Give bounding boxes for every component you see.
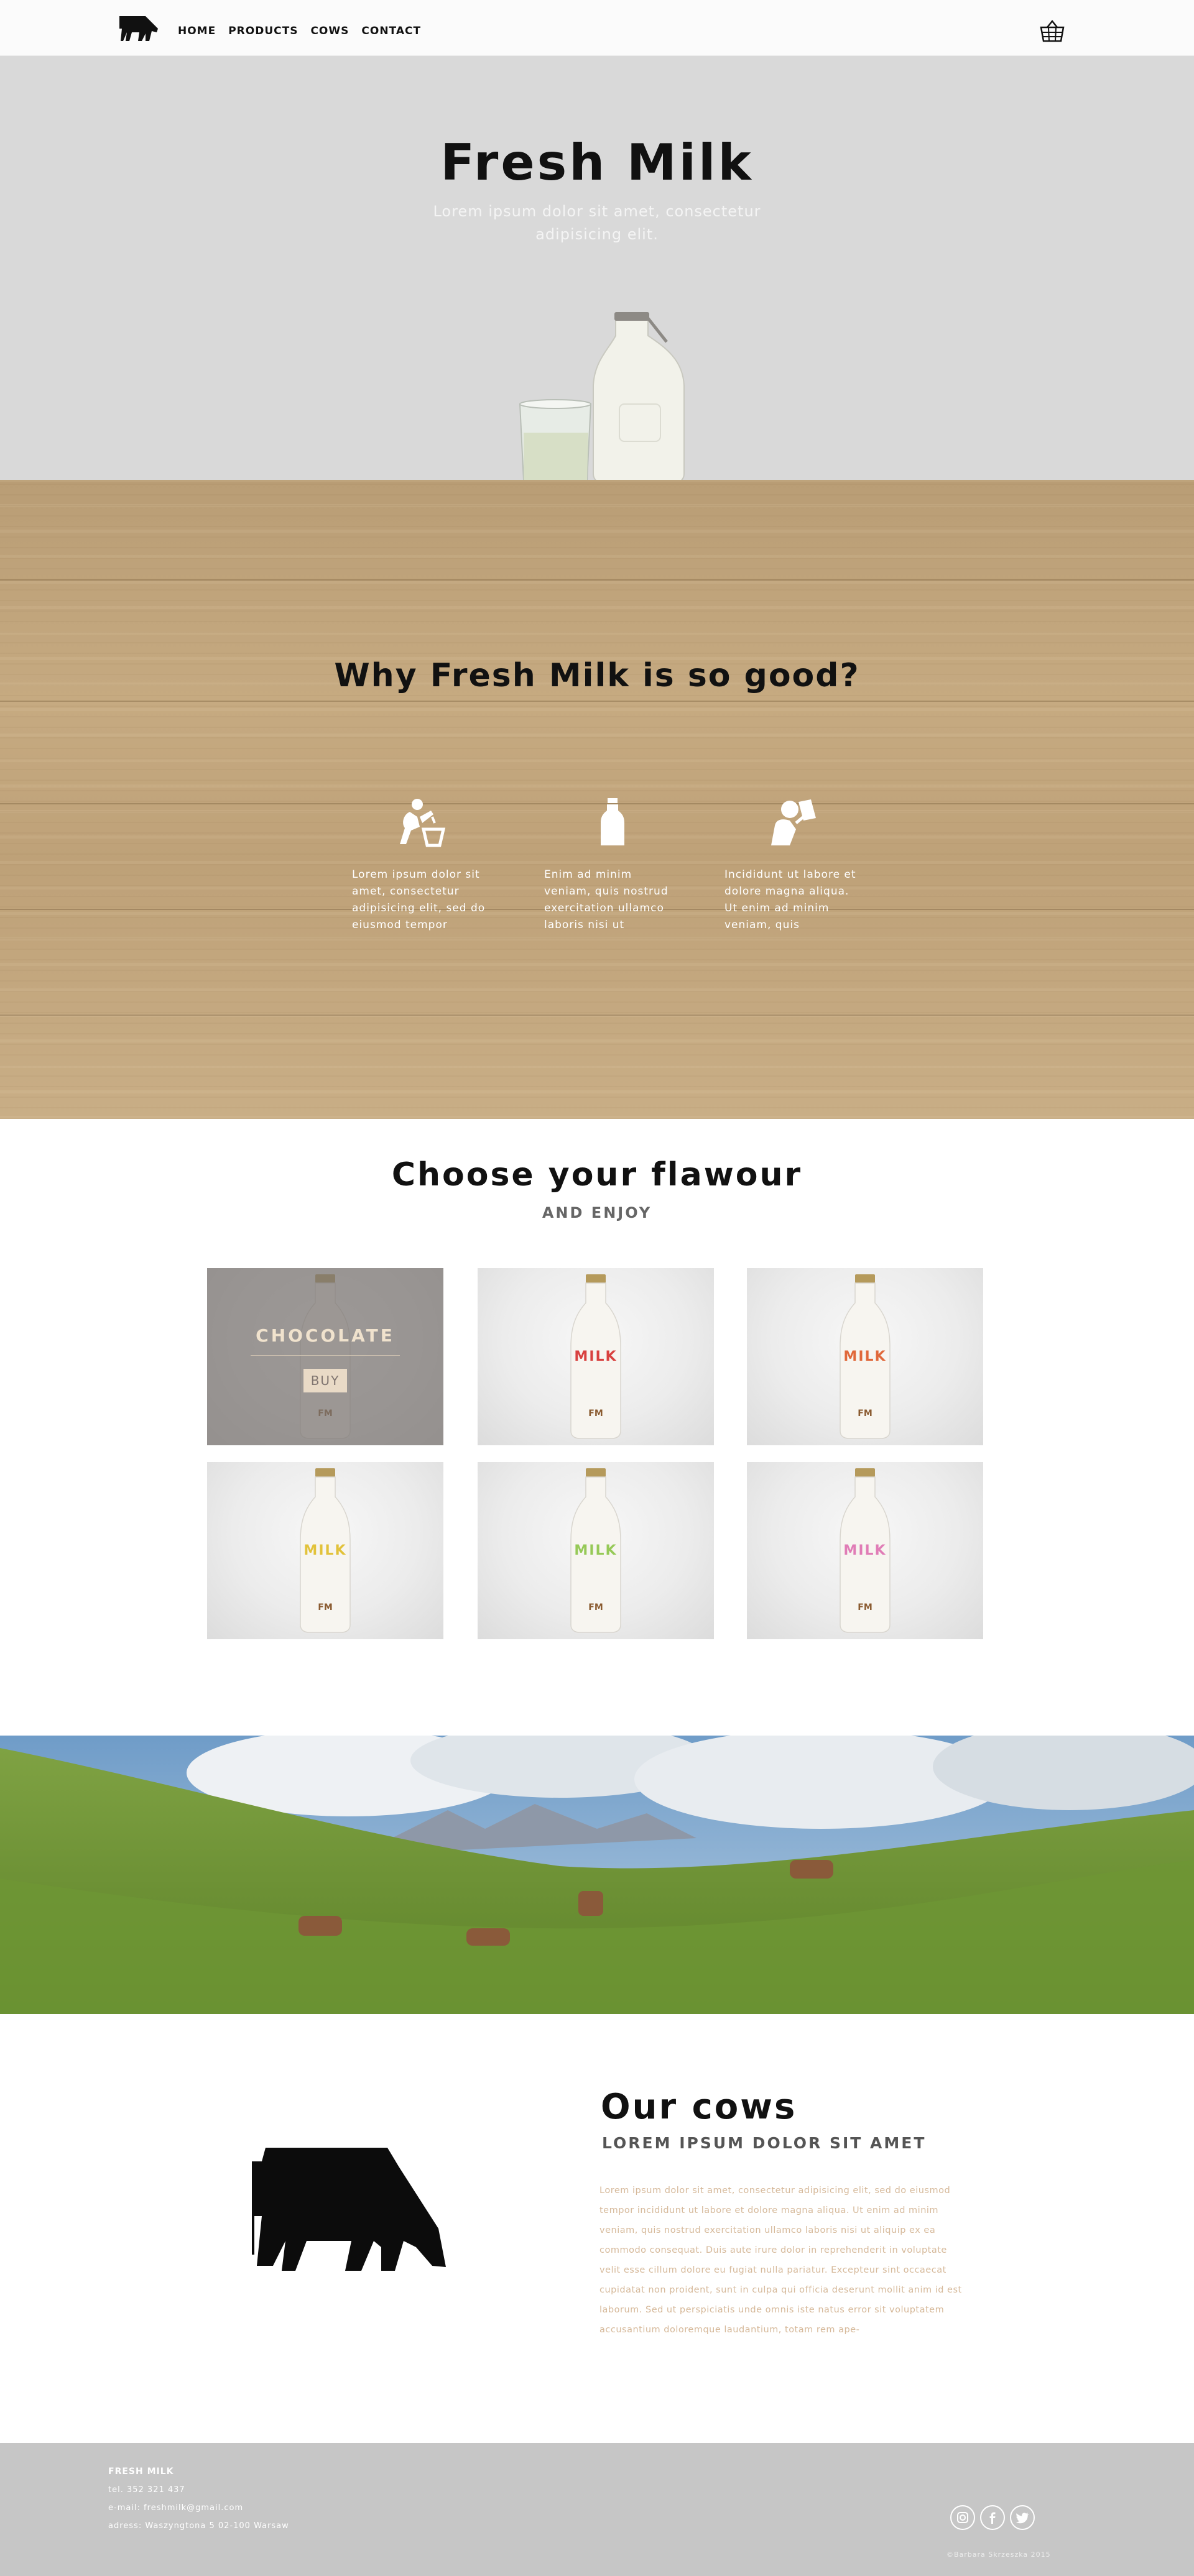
buy-button[interactable]: BUY <box>303 1369 347 1392</box>
feature-2-text: Enim ad minim veniam, quis nostrud exerc… <box>544 868 669 931</box>
flavour-overlay-title: CHOCOLATE <box>256 1325 395 1346</box>
wood-seam <box>0 701 1194 702</box>
meadow-cows-image <box>0 1736 1194 2014</box>
hero-title: Fresh Milk <box>440 134 754 191</box>
feature-3-text: Incididunt ut labore et dolore magna ali… <box>724 868 856 931</box>
wood-seam <box>0 1014 1194 1016</box>
flavours-title: Choose your flawour <box>391 1156 803 1194</box>
milking-icon <box>400 799 446 847</box>
flavours-subtitle: AND ENJOY <box>542 1204 652 1221</box>
svg-text:FM: FM <box>858 1409 872 1419</box>
nav-contact[interactable]: CONTACT <box>361 25 421 37</box>
svg-text:FM: FM <box>318 1603 333 1612</box>
footer-address: adress: Waszyngtona 5 02-100 Warsaw <box>108 2521 289 2531</box>
instagram-icon[interactable] <box>950 2505 975 2530</box>
why-section: Why Fresh Milk is so good? Lorem ipsum d… <box>0 480 1194 1119</box>
cow-logo-icon <box>252 2148 446 2271</box>
facebook-icon[interactable] <box>980 2505 1005 2530</box>
svg-text:FM: FM <box>588 1603 603 1612</box>
nav-home[interactable]: HOME <box>178 25 216 37</box>
milk-bottle-glass-image <box>519 312 685 485</box>
cows-title: Our cows <box>601 2087 797 2127</box>
drinking-milk-icon <box>771 799 816 845</box>
footer-copyright: ©Barbara Skrzeszka 2015 <box>946 2551 1051 2559</box>
wood-seam <box>0 579 1194 581</box>
flavour-card-berry[interactable]: FM MILK <box>747 1462 983 1639</box>
hero-section: Fresh Milk Lorem ipsum dolor sit amet, c… <box>0 56 1194 485</box>
flavour-card-banana[interactable]: FM MILK <box>207 1462 443 1639</box>
flavour-label: MILK <box>574 1349 618 1364</box>
cows-subtitle: LOREM IPSUM DOLOR SIT AMET <box>602 2134 927 2152</box>
flavour-label: MILK <box>843 1543 887 1558</box>
feature-1: Lorem ipsum dolor sit amet, consectetur … <box>352 798 489 934</box>
svg-text:FM: FM <box>858 1603 872 1612</box>
flavour-label: MILK <box>843 1349 887 1364</box>
flavour-card-orange[interactable]: FM MILK <box>747 1268 983 1445</box>
milk-bottle-icon <box>601 798 624 845</box>
main-menu: HOME PRODUCTS COWS CONTACT <box>178 25 421 37</box>
basket-icon[interactable] <box>1039 19 1066 44</box>
overlay-divider <box>251 1355 400 1356</box>
feature-3: Incididunt ut labore et dolore magna ali… <box>724 798 861 934</box>
footer-email[interactable]: e-mail: freshmilk@gmail.com <box>108 2503 243 2513</box>
top-navbar: HOME PRODUCTS COWS CONTACT <box>0 0 1194 56</box>
footer: FRESH MILK tel. 352 321 437 e-mail: fres… <box>0 2443 1194 2576</box>
svg-text:FM: FM <box>588 1409 603 1419</box>
flavour-label: MILK <box>574 1543 618 1558</box>
flavour-card-chocolate[interactable]: FM CHOCOLATE BUY <box>207 1268 443 1445</box>
nav-products[interactable]: PRODUCTS <box>228 25 298 37</box>
twitter-icon[interactable] <box>1010 2505 1035 2530</box>
flavour-card-strawberry[interactable]: FM MILK <box>478 1268 714 1445</box>
cows-text: Lorem ipsum dolor sit amet, consectetur … <box>599 2186 962 2335</box>
flavour-label: MILK <box>303 1543 347 1558</box>
hero-subtitle: Lorem ipsum dolor sit amet, consectetur … <box>433 203 761 243</box>
footer-phone: tel. 352 321 437 <box>108 2485 185 2495</box>
feature-2: Enim ad minim veniam, quis nostrud exerc… <box>544 798 681 934</box>
footer-company: FRESH MILK <box>108 2467 174 2477</box>
nav-cows[interactable]: COWS <box>310 25 349 37</box>
feature-1-text: Lorem ipsum dolor sit amet, consectetur … <box>352 868 486 931</box>
flavour-card-pistachio[interactable]: FM MILK <box>478 1462 714 1639</box>
flavour-overlay <box>207 1268 443 1445</box>
why-title: Why Fresh Milk is so good? <box>334 657 860 694</box>
cow-icon[interactable] <box>118 15 159 42</box>
